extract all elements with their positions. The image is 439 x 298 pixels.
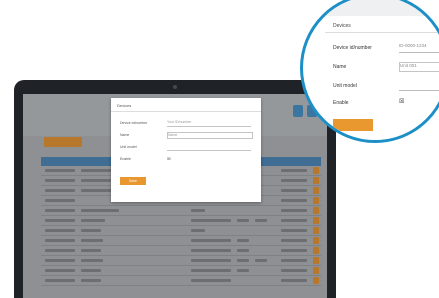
table-row[interactable] (41, 276, 321, 286)
device-modal: Devices Device id/number Your ID/number … (111, 98, 261, 202)
bubble-unit-model-label: Unit model (333, 83, 357, 89)
table-row[interactable] (41, 216, 321, 226)
enable-label: Enable (120, 157, 131, 161)
bubble-enable-checkbox[interactable]: ☒ (399, 98, 404, 105)
laptop-frame: Devices Device id/number Your ID/number … (14, 80, 336, 298)
bubble-device-id-field[interactable]: ID-0000-1234 (399, 43, 439, 53)
bubble-enable-label: Enable (333, 100, 349, 106)
table-row[interactable] (41, 236, 321, 246)
bubble-device-id-label: Device id/number (333, 45, 372, 51)
table-row[interactable] (41, 266, 321, 276)
camera-icon (173, 85, 177, 89)
bubble-unit-model-field[interactable] (399, 81, 439, 91)
grid-icon[interactable] (293, 105, 303, 117)
table-row[interactable] (41, 256, 321, 266)
unit-model-field[interactable] (167, 144, 251, 151)
bubble-name-label: Name (333, 64, 347, 70)
table-row[interactable] (41, 206, 321, 216)
bubble-header (303, 0, 439, 16)
add-device-button[interactable] (44, 137, 82, 147)
enable-checkbox[interactable]: ☒ (167, 156, 171, 161)
modal-divider (111, 111, 261, 112)
unit-model-label: Unit model (120, 145, 137, 149)
bubble-divider (325, 32, 439, 33)
bubble-modal-title: Devices (333, 23, 351, 29)
device-id-label: Device id/number (120, 121, 148, 125)
modal-title: Devices (117, 103, 132, 108)
bubble-save-button[interactable] (333, 119, 373, 131)
table-row[interactable] (41, 246, 321, 256)
name-label: Name (120, 133, 130, 137)
save-button[interactable]: Save (120, 177, 146, 185)
table-row[interactable] (41, 226, 321, 236)
bubble-name-field[interactable]: Unit 001 (399, 62, 439, 72)
device-id-field[interactable]: Your ID/number (167, 120, 251, 127)
name-field[interactable]: Name (167, 132, 253, 139)
laptop-screen: Devices Device id/number Your ID/number … (23, 94, 327, 298)
